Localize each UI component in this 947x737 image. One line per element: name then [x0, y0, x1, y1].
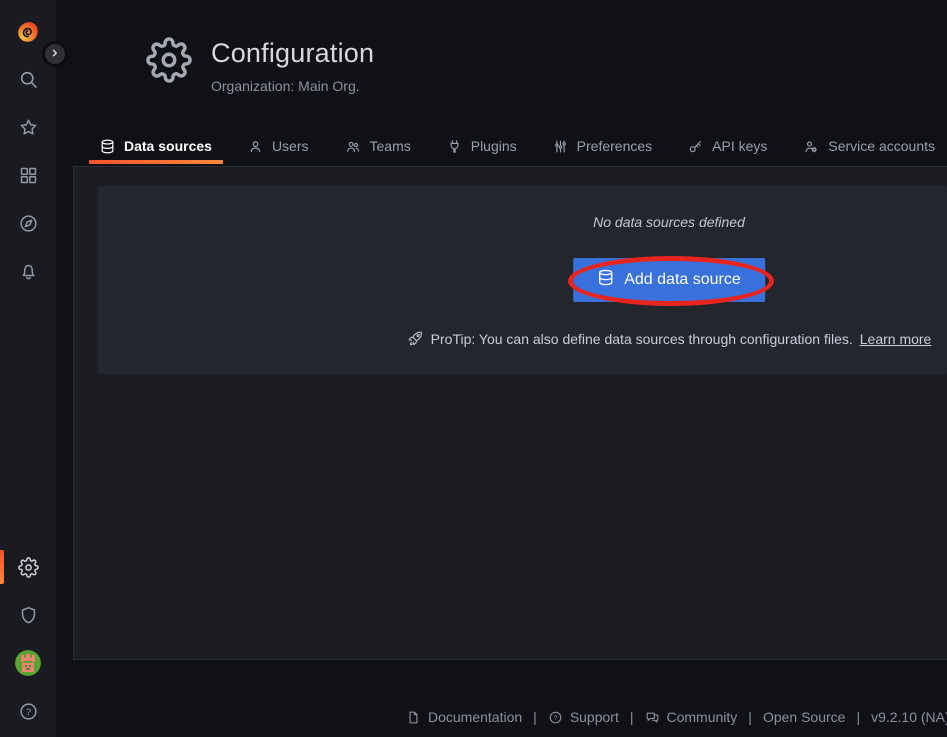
search-icon: [18, 69, 39, 90]
footer-label: Support: [570, 709, 619, 725]
footer-separator: |: [748, 709, 752, 725]
sidebar-item-explore[interactable]: [0, 203, 56, 243]
database-icon: [100, 139, 115, 154]
sidebar-item-alerting[interactable]: [0, 251, 56, 291]
tab-label: Preferences: [577, 138, 652, 154]
user-gear-icon: [803, 139, 819, 154]
bell-icon: [18, 261, 39, 282]
footer-link-open-source[interactable]: Open Source: [763, 709, 846, 725]
configuration-gear-icon: [146, 37, 192, 83]
sidebar-item-starred[interactable]: [0, 107, 56, 147]
tab-service-accounts[interactable]: Service accounts: [792, 127, 946, 165]
tab-label: Service accounts: [828, 138, 935, 154]
footer-separator: |: [856, 709, 860, 725]
learn-more-link[interactable]: Learn more: [860, 331, 932, 347]
grafana-app: ? Configuration Organization: Main Org.: [0, 0, 947, 737]
compass-icon: [18, 213, 39, 234]
protip: ProTip: You can also define data sources…: [407, 330, 932, 347]
tab-label: API keys: [712, 138, 767, 154]
footer-separator: |: [630, 709, 634, 725]
footer-link-community[interactable]: Community: [645, 709, 738, 725]
document-icon: [406, 710, 421, 725]
sidebar-expand-button[interactable]: [42, 41, 68, 67]
tab-label: Teams: [370, 138, 411, 154]
help-circle-icon: ?: [18, 701, 39, 722]
sidebar: ?: [0, 0, 56, 737]
content-panel: No data sources defined Add data source: [73, 166, 947, 660]
question-circle-icon: ?: [548, 710, 563, 725]
page-subtitle: Organization: Main Org.: [211, 78, 360, 94]
svg-text:?: ?: [25, 706, 30, 716]
sidebar-item-help[interactable]: ?: [0, 691, 56, 731]
gear-icon: [18, 557, 39, 578]
chevron-right-icon: [49, 47, 61, 62]
protip-text: ProTip: You can also define data sources…: [431, 331, 853, 347]
database-icon: [597, 269, 614, 291]
plug-icon: [447, 139, 462, 154]
sidebar-item-dashboards[interactable]: [0, 155, 56, 195]
tab-label: Data sources: [124, 138, 212, 154]
footer-label: Community: [667, 709, 738, 725]
tab-users[interactable]: Users: [237, 127, 320, 165]
footer-version: v9.2.10 (NA): [871, 709, 947, 725]
footer-label: v9.2.10 (NA): [871, 709, 947, 725]
tab-label: Plugins: [471, 138, 517, 154]
footer-link-support[interactable]: ? Support: [548, 709, 619, 725]
user-icon: [248, 139, 263, 154]
users-icon: [345, 139, 361, 154]
tab-api-keys[interactable]: API keys: [677, 127, 778, 165]
chat-bubbles-icon: [645, 710, 660, 725]
footer: Documentation | ? Support | Community |: [406, 704, 947, 730]
profile-avatar: [15, 650, 41, 676]
empty-state-card: No data sources defined Add data source: [98, 186, 947, 374]
tab-bar: Data sources Users Teams: [89, 127, 946, 165]
footer-link-documentation[interactable]: Documentation: [406, 709, 522, 725]
shield-icon: [18, 605, 39, 626]
page-title: Configuration: [211, 38, 374, 69]
footer-label: Open Source: [763, 709, 846, 725]
footer-separator: |: [533, 709, 537, 725]
tab-plugins[interactable]: Plugins: [436, 127, 528, 165]
sidebar-item-profile[interactable]: [0, 643, 56, 683]
rocket-icon: [407, 330, 424, 347]
sidebar-item-security[interactable]: [0, 595, 56, 635]
footer-label: Documentation: [428, 709, 522, 725]
tab-preferences[interactable]: Preferences: [542, 127, 663, 165]
tab-teams[interactable]: Teams: [334, 127, 422, 165]
star-icon: [18, 117, 39, 138]
key-icon: [688, 139, 703, 154]
svg-text:?: ?: [553, 714, 557, 721]
grafana-logo-icon: [16, 20, 40, 44]
sidebar-item-configuration[interactable]: [0, 547, 56, 587]
add-data-source-button[interactable]: Add data source: [573, 258, 765, 302]
sliders-icon: [553, 139, 568, 154]
active-indicator: [0, 550, 4, 584]
add-button-label: Add data source: [624, 271, 741, 289]
dashboards-grid-icon: [18, 165, 39, 186]
empty-state-message: No data sources defined: [593, 214, 745, 230]
page-header: Configuration Organization: Main Org.: [56, 0, 947, 126]
tab-label: Users: [272, 138, 309, 154]
tab-data-sources[interactable]: Data sources: [89, 127, 223, 165]
